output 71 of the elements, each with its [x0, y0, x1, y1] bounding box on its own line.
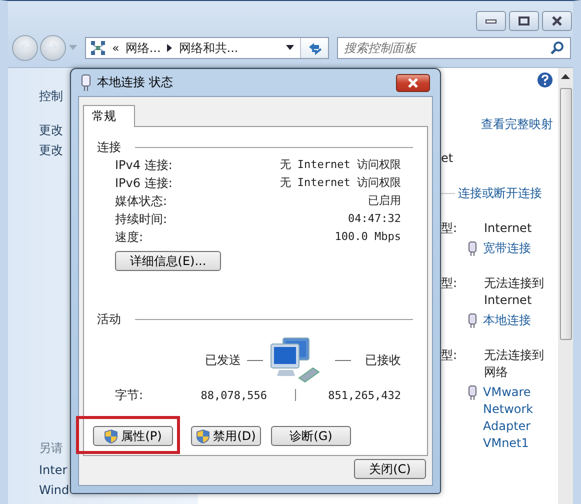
dialog-title: 本地连接 状态	[97, 74, 173, 91]
sidebar-link[interactable]: 控制	[39, 86, 63, 106]
close-dialog-button[interactable]: 关闭(C)	[354, 459, 426, 479]
connect-disconnect-link[interactable]: 连接或断开连接	[458, 185, 542, 202]
close-button[interactable]	[396, 74, 430, 92]
separator-arrow-icon[interactable]	[166, 44, 173, 52]
field-value: 100.0 Mbps	[334, 229, 401, 245]
back-arrow-icon	[18, 42, 32, 54]
network-adapter-icon	[81, 74, 91, 92]
received-label: 已接收	[365, 352, 401, 368]
access-type-value: 无法连接到 Internet	[484, 275, 544, 309]
minimize-icon	[485, 17, 497, 25]
group-heading: 活动	[97, 311, 121, 328]
details-button[interactable]: 详细信息(E)...	[115, 251, 221, 271]
overflow-chevron[interactable]: «	[112, 41, 120, 55]
connection-link[interactable]: 本地连接	[483, 312, 544, 329]
connection-link[interactable]: 宽带连接	[483, 240, 544, 257]
close-icon	[551, 16, 563, 26]
field-label: IPv4 连接:	[115, 157, 172, 174]
field-label: 媒体状态:	[115, 193, 168, 210]
dropdown-arrow-icon[interactable]	[286, 45, 294, 51]
bytes-sent-value: 88,078,556	[200, 388, 267, 402]
close-button[interactable]	[542, 11, 572, 31]
network-adapter-icon	[468, 313, 477, 329]
access-type-label: 型:	[441, 220, 458, 237]
view-full-map-link[interactable]: 查看完整映射	[481, 116, 553, 133]
access-type-value: 无法连接到网络	[484, 347, 544, 381]
close-icon	[407, 78, 419, 88]
breadcrumb-item[interactable]: 网络...	[125, 40, 161, 56]
see-also-link[interactable]: Wind	[39, 480, 70, 500]
field-label: 速度:	[115, 229, 144, 246]
field-label: IPv6 连接:	[115, 175, 172, 192]
maximize-button[interactable]	[509, 11, 539, 31]
minimize-button[interactable]	[476, 11, 506, 31]
refresh-button[interactable]	[300, 38, 328, 58]
breadcrumb-item[interactable]: 网络和共...	[178, 40, 238, 56]
access-type-label: 型:	[441, 275, 458, 292]
access-type-value: Internet	[484, 220, 533, 237]
field-value: 无 Internet 访问权限	[280, 175, 401, 191]
network-icon	[90, 40, 106, 56]
refresh-icon	[306, 41, 322, 55]
scroll-thumb[interactable]	[560, 88, 572, 340]
search-icon	[550, 41, 564, 55]
forward-arrow-icon	[46, 42, 60, 54]
connection-link[interactable]: VMware Network Adapter VMnet1	[483, 384, 544, 452]
see-also-link[interactable]: Inter	[39, 460, 68, 480]
tab[interactable]: 常规	[83, 105, 135, 127]
group-heading: 连接	[97, 139, 121, 156]
maximize-icon	[518, 16, 530, 26]
bytes-received-value: 851,265,432	[327, 388, 401, 402]
sidebar-link[interactable]: 更改	[39, 140, 63, 160]
address-bar[interactable]: « 网络... 网络和共...	[85, 37, 329, 59]
sent-label: 已发送	[205, 352, 241, 368]
action-button[interactable]: 属性(P)	[93, 426, 173, 446]
action-button[interactable]: 诊断(G)	[271, 426, 351, 446]
network-adapter-icon	[468, 385, 477, 401]
access-type-label: 型:	[441, 347, 458, 364]
network-adapter-icon	[468, 241, 477, 257]
field-value: 无 Internet 访问权限	[280, 157, 401, 173]
action-button[interactable]: 禁用(D)	[191, 426, 261, 446]
search-field[interactable]: 搜索控制面板	[337, 37, 571, 59]
scroll-up-icon	[561, 74, 570, 80]
field-value: 已启用	[368, 193, 401, 209]
network-name-text: et	[441, 151, 454, 165]
scrollbar[interactable]	[558, 68, 573, 504]
sidebar-link[interactable]: 更改	[39, 120, 63, 140]
field-value: 04:47:32	[348, 211, 401, 227]
help-icon[interactable]	[537, 72, 553, 88]
field-label: 持续时间:	[115, 211, 168, 228]
see-also-heading: 另请	[39, 440, 63, 457]
bytes-label: 字节:	[115, 386, 144, 404]
